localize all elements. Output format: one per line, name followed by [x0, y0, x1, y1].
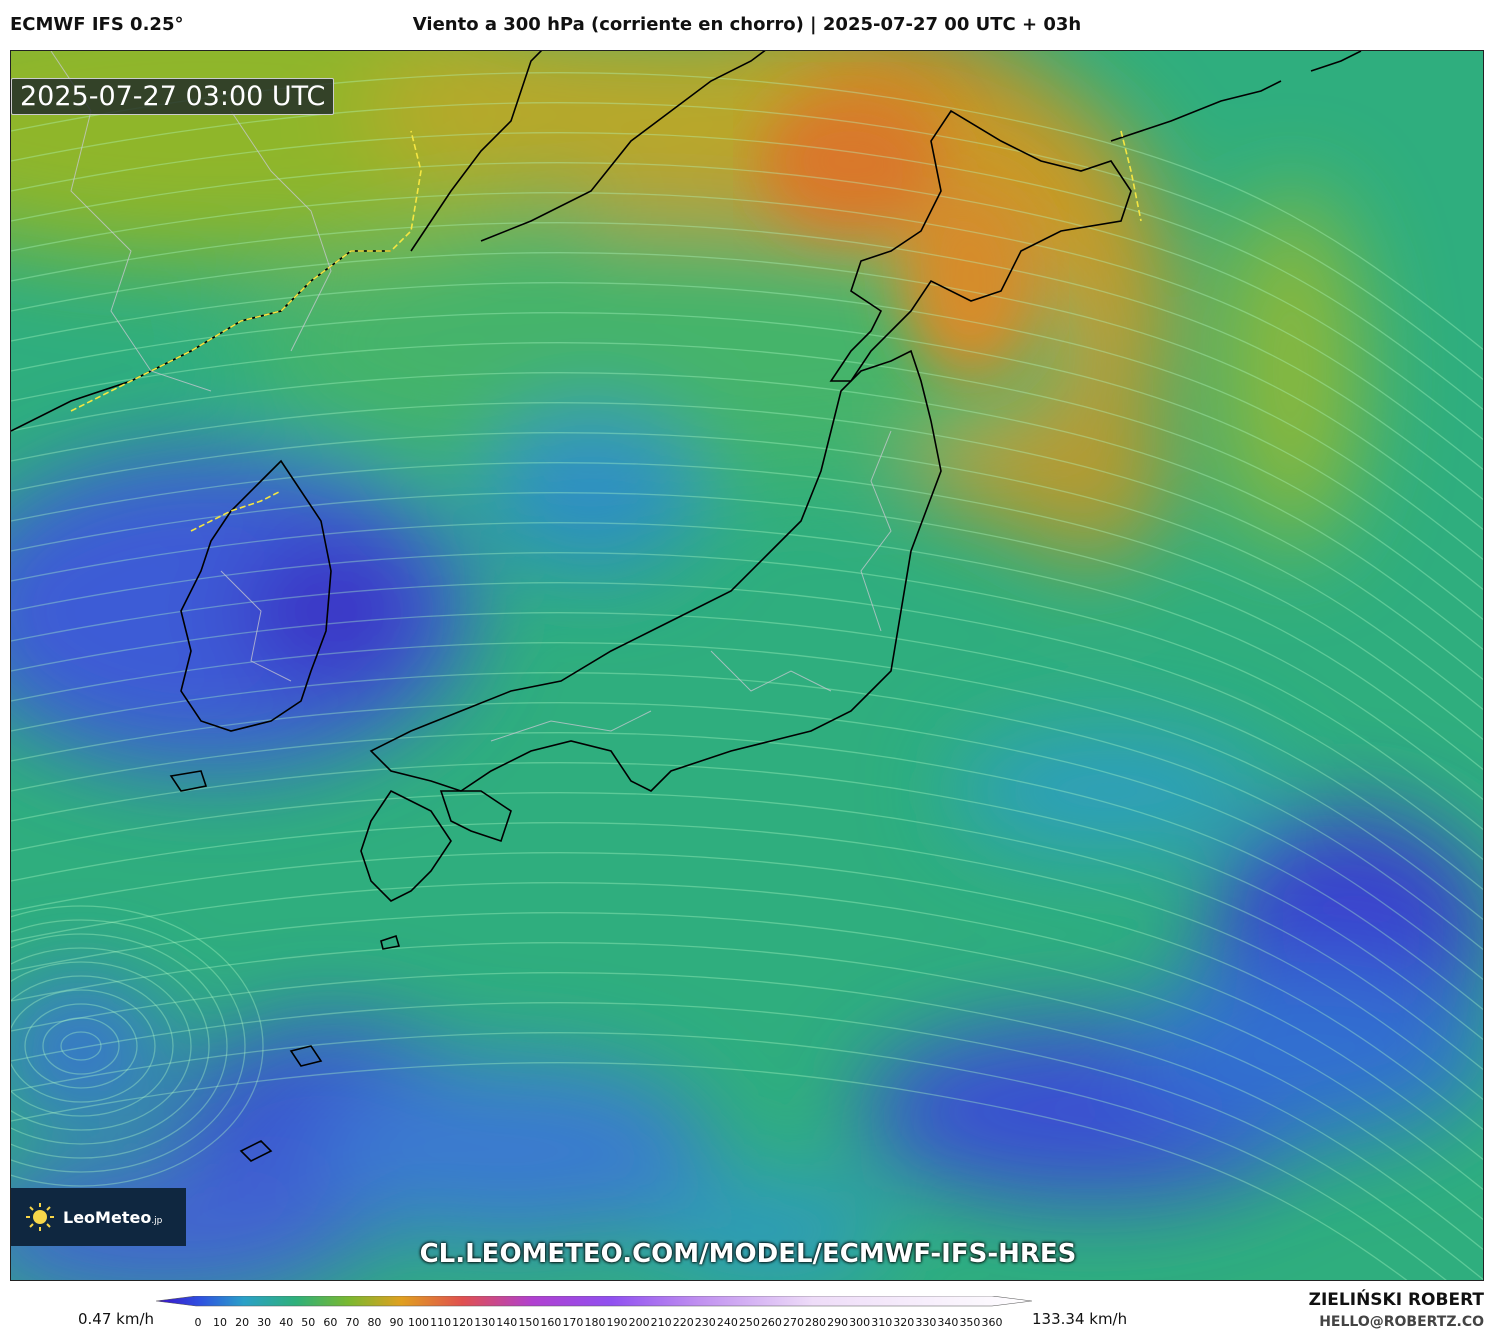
legend-max-label: 133.34 km/h	[1032, 1310, 1128, 1328]
legend-tick-label: 30	[257, 1316, 271, 1329]
legend-tick-label: 230	[695, 1316, 716, 1329]
legend-tick-label: 170	[562, 1316, 583, 1329]
legend-tick-label: 290	[827, 1316, 848, 1329]
legend-tick-label: 340	[937, 1316, 958, 1329]
logo-suffix: .jp	[151, 1215, 163, 1226]
legend-tick-label: 270	[783, 1316, 804, 1329]
color-scale-legend: 0 10 20 30 40 50 60 70 80 90 100 110 120 130 140 150 160…	[156, 1296, 1032, 1329]
leometeo-logo[interactable]: LeoMeteo.jp	[11, 1188, 186, 1246]
legend-tick-label: 0	[195, 1316, 202, 1329]
legend-tick-label: 360	[982, 1316, 1003, 1329]
legend-tick-label: 160	[540, 1316, 561, 1329]
legend-tick-label: 120	[452, 1316, 473, 1329]
legend-min-label: 0.47 km/h	[78, 1310, 155, 1328]
legend-tick-label: 150	[518, 1316, 539, 1329]
wind-map[interactable]: 2025-07-27 03:00 UTC LeoMeteo.jp CL.LEOM…	[10, 50, 1484, 1281]
logo-text: LeoMeteo.jp	[63, 1208, 162, 1227]
legend-tick-label: 310	[871, 1316, 892, 1329]
legend-tick-label: 330	[915, 1316, 936, 1329]
author-email[interactable]: HELLO@ROBERTZ.CO	[1319, 1314, 1484, 1330]
legend-tick-label: 20	[235, 1316, 249, 1329]
legend-tick-label: 140	[496, 1316, 517, 1329]
legend-tick-label: 220	[673, 1316, 694, 1329]
legend-tick-label: 300	[849, 1316, 870, 1329]
legend-tick-label: 40	[279, 1316, 293, 1329]
legend-tick-label: 320	[893, 1316, 914, 1329]
legend-tick-label: 210	[651, 1316, 672, 1329]
timestamp-label: 2025-07-27 03:00 UTC	[11, 78, 335, 115]
logo-name: LeoMeteo	[63, 1207, 152, 1227]
legend-tick-label: 130	[474, 1316, 495, 1329]
sun-icon	[26, 1203, 54, 1231]
legend-tick-label: 280	[805, 1316, 826, 1329]
legend-tick-label: 200	[629, 1316, 650, 1329]
legend-tick-label: 90	[390, 1316, 404, 1329]
legend-tick-label: 180	[585, 1316, 606, 1329]
legend-tick-label: 250	[739, 1316, 760, 1329]
legend-tick-label: 350	[959, 1316, 980, 1329]
legend-tick-label: 260	[761, 1316, 782, 1329]
legend-tick-label: 190	[607, 1316, 628, 1329]
wind-speed-field	[11, 51, 1483, 1280]
legend-tick-label: 110	[430, 1316, 451, 1329]
legend-tick-label: 70	[345, 1316, 359, 1329]
legend-tick-label: 50	[301, 1316, 315, 1329]
legend-tick-label: 60	[323, 1316, 337, 1329]
legend-tick-label: 10	[213, 1316, 227, 1329]
source-url[interactable]: CL.LEOMETEO.COM/MODEL/ECMWF-IFS-HRES	[11, 1239, 1483, 1269]
legend-tick-label: 100	[408, 1316, 429, 1329]
author-name: ZIELIŃSKI ROBERT	[1308, 1290, 1484, 1310]
legend-tick-label: 240	[717, 1316, 738, 1329]
chart-title: Viento a 300 hPa (corriente en chorro) |…	[412, 14, 1082, 35]
legend-tick-label: 80	[367, 1316, 381, 1329]
